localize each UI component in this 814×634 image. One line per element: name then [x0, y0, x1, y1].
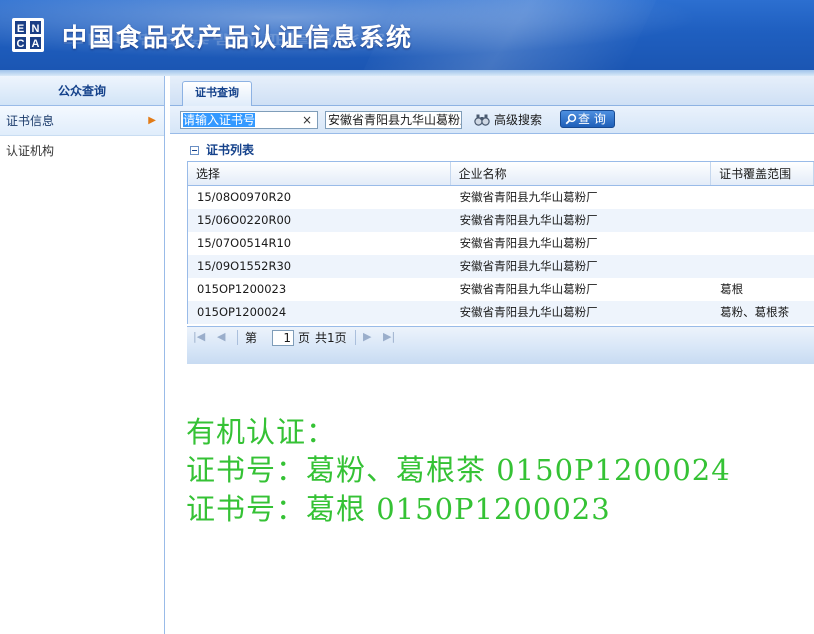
binoculars-icon[interactable]: [474, 113, 490, 127]
sidebar: 公众查询 证书信息 ▶ 认证机构: [0, 76, 165, 634]
svg-text:E: E: [17, 23, 24, 35]
clear-icon[interactable]: ×: [302, 113, 312, 127]
prev-page-icon[interactable]: ◀: [217, 330, 225, 344]
annotation-line-2: 证书号：葛粉、葛根茶 0150P1200024: [186, 453, 731, 487]
cell-scope: 葛粉、葛根茶: [720, 305, 790, 319]
cell-scope: [711, 209, 814, 232]
sidebar-item-certificate-info[interactable]: 证书信息 ▶: [0, 106, 164, 136]
cell-certificate-number: 15/09O1552R30: [197, 259, 292, 273]
cell-certificate-number: 015OP1200024: [197, 305, 287, 319]
certificate-list-title[interactable]: 证书列表: [190, 142, 254, 158]
table-row[interactable]: 015OP1200024 安徽省青阳县九华山葛粉厂 葛粉、葛根茶: [188, 301, 814, 324]
arrow-right-icon: ▶: [148, 115, 156, 126]
svg-text:A: A: [32, 38, 40, 50]
page-number-input[interactable]: 1: [272, 330, 294, 346]
page-suffix: 页: [298, 331, 311, 345]
cell-company: 安徽省青阳县九华山葛粉厂: [459, 213, 598, 227]
sidebar-item-certification-bodies[interactable]: 认证机构: [0, 136, 164, 166]
certificate-list-label: 证书列表: [206, 143, 255, 157]
last-page-icon[interactable]: ▶|: [383, 330, 395, 344]
logo-icon: E N C A: [15, 21, 41, 50]
search-toolbar: 请输入证书号 × 安徽省青阳县九华山葛粉厂 高级搜索 查 询: [170, 106, 814, 134]
sidebar-item-label: 认证机构: [6, 144, 55, 158]
cell-company: 安徽省青阳县九华山葛粉厂: [459, 190, 598, 204]
cell-certificate-number: 15/06O0220R00: [197, 213, 292, 227]
cell-company: 安徽省青阳县九华山葛粉厂: [459, 305, 598, 319]
svg-text:C: C: [17, 38, 25, 50]
column-header-company[interactable]: 企业名称: [451, 162, 712, 185]
annotation-line-3: 证书号：葛根 0150P1200023: [186, 492, 611, 526]
table-header: 选择 企业名称 证书覆盖范围: [188, 162, 814, 186]
cell-scope: 葛根: [720, 282, 744, 296]
cell-company: 安徽省青阳县九华山葛粉厂: [459, 259, 598, 273]
tab-bar: 证书查询: [170, 76, 814, 107]
cell-company: 安徽省青阳县九华山葛粉厂: [459, 282, 598, 296]
column-header-select[interactable]: 选择: [188, 162, 451, 185]
advanced-search-link[interactable]: 高级搜索: [494, 112, 542, 128]
table-row[interactable]: 15/06O0220R00 安徽省青阳县九华山葛粉厂: [188, 209, 814, 232]
sidebar-item-label: 证书信息: [6, 114, 55, 128]
pagination-bar: |◀ ◀ 第 1 页 共1页 ▶ ▶|: [187, 326, 814, 348]
table-row[interactable]: 015OP1200023 安徽省青阳县九华山葛粉厂 葛根: [188, 278, 814, 301]
pager-footer-band: [187, 348, 814, 364]
sidebar-heading: 公众查询: [0, 76, 164, 106]
pager-separator: [355, 330, 356, 345]
table-row[interactable]: 15/09O1552R30 安徽省青阳县九华山葛粉厂: [188, 255, 814, 278]
first-page-icon[interactable]: |◀: [193, 330, 205, 344]
main-panel: 证书查询 请输入证书号 × 安徽省青阳县九华山葛粉厂 高级搜索 查 询 证书列表…: [170, 76, 814, 634]
column-header-scope[interactable]: 证书覆盖范围: [711, 162, 814, 185]
svg-text:N: N: [32, 23, 40, 35]
cell-company: 安徽省青阳县九华山葛粉厂: [459, 236, 598, 250]
cell-scope: [711, 232, 814, 255]
cell-certificate-number: 15/07O0514R10: [197, 236, 292, 250]
cell-scope: [711, 186, 814, 209]
cell-certificate-number: 015OP1200023: [197, 282, 287, 296]
page-prefix: 第: [245, 331, 258, 345]
site-title-reflection: 中国食品农产品认证信息系统: [62, 31, 387, 47]
cell-scope: [711, 255, 814, 278]
page-total: 共1页: [315, 331, 347, 345]
tab-certificate-query[interactable]: 证书查询: [182, 81, 252, 107]
company-name-input[interactable]: 安徽省青阳县九华山葛粉厂: [325, 111, 462, 129]
query-button[interactable]: 查 询: [560, 110, 615, 128]
cell-certificate-number: 15/08O0970R20: [197, 190, 292, 204]
pager-separator: [237, 330, 238, 345]
certificate-number-value: 请输入证书号: [183, 113, 256, 127]
certificate-number-input[interactable]: 请输入证书号: [180, 111, 318, 129]
search-icon: [565, 113, 577, 125]
app-header: E N C A 中国食品农产品认证信息系统 中国食品农产品认证信息系统: [0, 0, 814, 70]
table-row[interactable]: 15/07O0514R10 安徽省青阳县九华山葛粉厂: [188, 232, 814, 255]
certificate-table: 选择 企业名称 证书覆盖范围 15/08O0970R20 安徽省青阳县九华山葛粉…: [187, 161, 814, 324]
annotation-line-1: 有机认证：: [186, 415, 337, 449]
collapse-icon[interactable]: [190, 146, 199, 155]
query-button-label: 查 询: [578, 112, 606, 126]
enca-logo: E N C A: [12, 18, 44, 52]
table-row[interactable]: 15/08O0970R20 安徽省青阳县九华山葛粉厂: [188, 186, 814, 209]
next-page-icon[interactable]: ▶: [363, 330, 371, 344]
